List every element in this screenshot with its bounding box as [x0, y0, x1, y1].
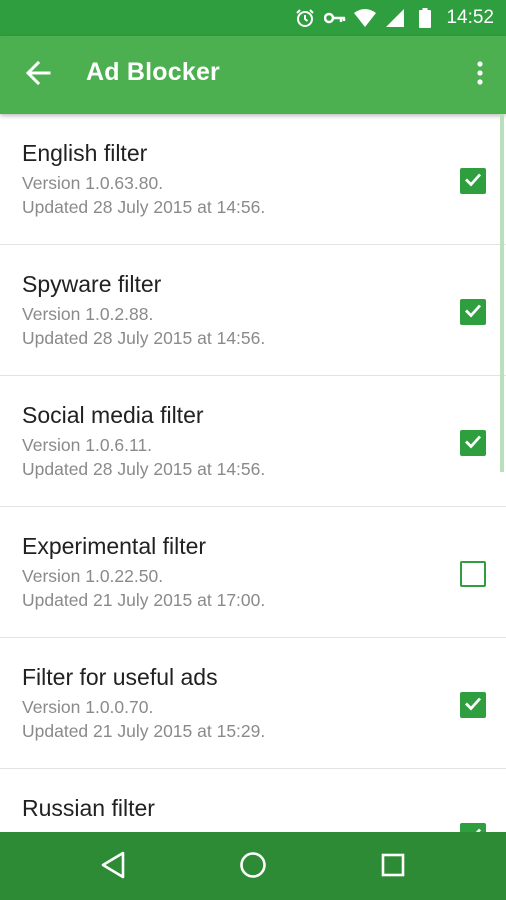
- check-icon: [463, 300, 483, 325]
- filter-updated: Updated 21 July 2015 at 17:00.: [22, 590, 266, 610]
- filter-version: Version 1.0.22.50.: [22, 566, 164, 586]
- home-circle-icon: [239, 851, 267, 884]
- filter-name: Filter for useful ads: [22, 664, 218, 690]
- filter-list: English filter Version 1.0.63.80. Update…: [0, 114, 506, 832]
- wifi-icon: [354, 7, 377, 29]
- navigation-bar: [0, 832, 506, 900]
- nav-home-button[interactable]: [236, 850, 270, 884]
- page-title: Ad Blocker: [86, 58, 220, 86]
- filter-checkbox[interactable]: [460, 561, 486, 587]
- filter-row-useful-ads[interactable]: Filter for useful ads Version 1.0.0.70. …: [0, 638, 506, 769]
- filter-updated: Updated 21 July 2015 at 15:29.: [22, 721, 266, 741]
- check-icon: [463, 824, 483, 832]
- nav-recents-button[interactable]: [376, 850, 410, 884]
- filter-checkbox[interactable]: [460, 168, 486, 194]
- filter-row-social-media[interactable]: Social media filter Version 1.0.6.11. Up…: [0, 376, 506, 507]
- filter-version: Version 1.0.0.70.: [22, 697, 154, 717]
- more-vert-icon: [477, 60, 483, 90]
- check-icon: [463, 431, 483, 456]
- filter-version: Version 1.0.2.88.: [22, 304, 154, 324]
- filter-row-russian[interactable]: Russian filter: [0, 769, 506, 832]
- alarm-icon: [294, 7, 316, 29]
- filter-version: Version 1.0.63.80.: [22, 173, 164, 193]
- overflow-menu-button[interactable]: [470, 59, 490, 91]
- nav-back-button[interactable]: [96, 850, 130, 884]
- signal-icon: [384, 7, 406, 29]
- battery-icon: [414, 7, 436, 29]
- scrollbar[interactable]: [500, 114, 504, 472]
- filter-name: Spyware filter: [22, 271, 162, 297]
- vpn-key-icon: [324, 7, 346, 29]
- filter-row-spyware[interactable]: Spyware filter Version 1.0.2.88. Updated…: [0, 245, 506, 376]
- filter-updated: Updated 28 July 2015 at 14:56.: [22, 328, 266, 348]
- filter-row-english[interactable]: English filter Version 1.0.63.80. Update…: [0, 114, 506, 245]
- recents-square-icon: [381, 853, 405, 882]
- filter-name: Russian filter: [22, 795, 155, 821]
- filter-checkbox[interactable]: [460, 823, 486, 832]
- filter-name: Social media filter: [22, 402, 204, 428]
- filter-checkbox[interactable]: [460, 299, 486, 325]
- status-bar: 14:52: [0, 0, 506, 36]
- check-icon: [463, 693, 483, 718]
- filter-updated: Updated 28 July 2015 at 14:56.: [22, 197, 266, 217]
- app-bar: Ad Blocker: [0, 36, 506, 114]
- filter-row-experimental[interactable]: Experimental filter Version 1.0.22.50. U…: [0, 507, 506, 638]
- filter-updated: Updated 28 July 2015 at 14:56.: [22, 459, 266, 479]
- back-button[interactable]: [22, 59, 54, 91]
- filter-name: English filter: [22, 140, 148, 166]
- filter-version: Version 1.0.6.11.: [22, 435, 153, 455]
- filter-name: Experimental filter: [22, 533, 207, 559]
- status-time: 14:52: [446, 7, 494, 28]
- arrow-left-icon: [25, 60, 51, 91]
- back-triangle-icon: [100, 851, 126, 884]
- filter-checkbox[interactable]: [460, 692, 486, 718]
- filter-checkbox[interactable]: [460, 430, 486, 456]
- check-icon: [463, 169, 483, 194]
